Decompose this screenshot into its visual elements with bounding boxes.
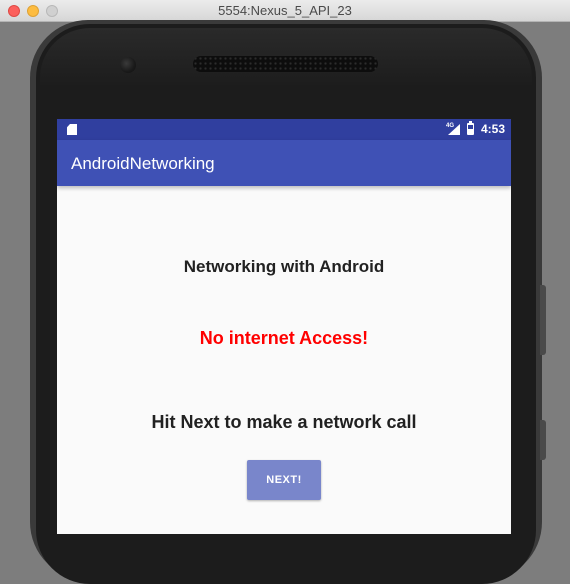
speaker-grille bbox=[193, 56, 378, 72]
window-title-bar: 5554:Nexus_5_API_23 bbox=[0, 0, 570, 22]
device-screen: 4G 4:53 AndroidNetworking Networking wit… bbox=[57, 119, 511, 534]
status-time: 4:53 bbox=[481, 122, 506, 136]
battery-icon bbox=[467, 121, 474, 135]
network-type-label: 4G bbox=[446, 123, 455, 129]
connection-status-message: No internet Access! bbox=[199, 328, 369, 348]
instruction-text: Hit Next to make a network call bbox=[151, 412, 417, 432]
status-bar: 4G 4:53 bbox=[57, 119, 511, 140]
front-camera-icon bbox=[120, 57, 136, 73]
page-heading: Networking with Android bbox=[183, 257, 385, 276]
app-bar: AndroidNetworking bbox=[57, 140, 511, 186]
main-content: Networking with Android No internet Acce… bbox=[57, 186, 511, 534]
next-button[interactable]: NEXT! bbox=[247, 460, 321, 500]
volume-button[interactable] bbox=[540, 285, 546, 355]
sd-card-icon bbox=[67, 124, 77, 135]
power-button[interactable] bbox=[540, 420, 546, 460]
window-title: 5554:Nexus_5_API_23 bbox=[218, 3, 352, 18]
app-title: AndroidNetworking bbox=[71, 154, 215, 173]
